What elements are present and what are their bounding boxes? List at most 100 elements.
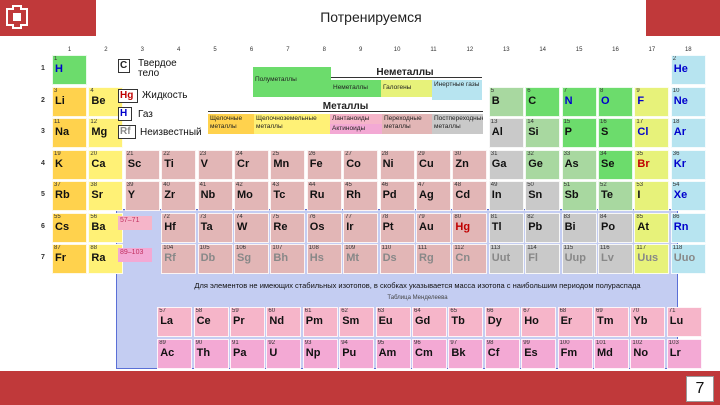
element-cell-kr[interactable]: 36 Kr <box>670 149 706 180</box>
element-cell-ru[interactable]: 44 Ru <box>306 181 342 211</box>
element-cell-pt[interactable]: 78 Pt <box>379 212 415 243</box>
element-cell-gd[interactable]: 64 Gd <box>412 307 447 337</box>
element-cell-au[interactable]: 79 Au <box>416 212 451 243</box>
element-cell-ho[interactable]: 67 Ho <box>521 307 557 337</box>
element-cell-ds[interactable]: 110 Ds <box>379 244 415 274</box>
element-cell-v[interactable]: 23 V <box>197 149 233 180</box>
element-cell-se[interactable]: 34 Se <box>598 149 633 180</box>
element-cell-es[interactable]: 99 Es <box>521 339 557 369</box>
element-cell-w[interactable]: 74 W <box>234 212 269 243</box>
element-cell-pr[interactable]: 59 Pr <box>230 307 265 337</box>
element-cell-eu[interactable]: 63 Eu <box>375 307 411 337</box>
element-cell-ce[interactable]: 58 Ce <box>193 307 229 337</box>
element-cell-th[interactable]: 90 Th <box>193 339 229 369</box>
element-cell-pd[interactable]: 46 Pd <box>379 181 415 211</box>
element-cell-o[interactable]: 8O <box>598 86 633 117</box>
element-cell-sg[interactable]: 106 Sg <box>234 244 269 274</box>
element-cell-mo[interactable]: 42 Mo <box>234 181 269 211</box>
element-cell-uuo[interactable]: 118 Uuo <box>670 244 706 274</box>
element-cell-ac[interactable]: 89 Ac <box>157 339 193 369</box>
element-cell-bi[interactable]: 83 Bi <box>561 212 597 243</box>
element-cell-c[interactable]: 6C <box>525 86 561 117</box>
element-cell-os[interactable]: 76 Os <box>306 212 342 243</box>
element-cell-y[interactable]: 39 Y <box>124 181 160 211</box>
element-cell-am[interactable]: 95 Am <box>375 339 411 369</box>
element-cell-pa[interactable]: 91 Pa <box>230 339 265 369</box>
element-cell-cr[interactable]: 24 Cr <box>234 149 269 180</box>
element-cell-db[interactable]: 105 Db <box>197 244 233 274</box>
element-cell-pb[interactable]: 82 Pb <box>525 212 561 243</box>
element-cell-nd[interactable]: 60 Nd <box>266 307 302 337</box>
element-cell-tb[interactable]: 65 Tb <box>448 307 484 337</box>
element-cell-fm[interactable]: 100 Fm <box>557 339 593 369</box>
element-cell-re[interactable]: 75 Re <box>270 212 306 243</box>
element-cell-ge[interactable]: 32 Ge <box>525 149 561 180</box>
element-cell-sm[interactable]: 62 Sm <box>339 307 375 337</box>
element-cell-cm[interactable]: 96 Cm <box>412 339 447 369</box>
element-cell-ag[interactable]: 47 Ag <box>416 181 451 211</box>
element-cell-ni[interactable]: 28 Ni <box>379 149 415 180</box>
element-cell-lu[interactable]: 71 Lu <box>666 307 702 337</box>
element-cell-uup[interactable]: 115 Uup <box>561 244 597 274</box>
element-cell-lv[interactable]: 116 Lv <box>598 244 633 274</box>
element-cell-in[interactable]: 49 In <box>488 181 524 211</box>
element-cell-no[interactable]: 102 No <box>630 339 666 369</box>
element-cell-si[interactable]: 14 Si <box>525 118 561 148</box>
element-cell-b[interactable]: 5B <box>488 86 524 117</box>
element-cell-cs[interactable]: 55 Cs <box>52 212 87 243</box>
element-cell-tl[interactable]: 81 Tl <box>488 212 524 243</box>
element-cell-cf[interactable]: 98 Cf <box>484 339 520 369</box>
element-cell-te[interactable]: 52 Te <box>598 181 633 211</box>
element-cell-mt[interactable]: 109 Mt <box>343 244 379 274</box>
element-cell-ta[interactable]: 73 Ta <box>197 212 233 243</box>
element-cell-rn[interactable]: 86 Rn <box>670 212 706 243</box>
element-cell-ar[interactable]: 18 Ar <box>670 118 706 148</box>
element-cell-li[interactable]: 3 Li <box>52 86 87 117</box>
element-cell-sr[interactable]: 38 Sr <box>88 181 124 211</box>
element-cell-fe[interactable]: 26 Fe <box>306 149 342 180</box>
element-cell-tc[interactable]: 43 Tc <box>270 181 306 211</box>
element-cell-h[interactable]: 1H <box>52 55 87 85</box>
element-cell-as[interactable]: 33 As <box>561 149 597 180</box>
element-cell-bk[interactable]: 97 Bk <box>448 339 484 369</box>
element-cell-la[interactable]: 57 La <box>157 307 193 337</box>
element-cell-sb[interactable]: 51 Sb <box>561 181 597 211</box>
element-cell-lr[interactable]: 103 Lr <box>666 339 702 369</box>
element-cell-sc[interactable]: 21 Sc <box>124 149 160 180</box>
element-cell-zn[interactable]: 30 Zn <box>452 149 488 180</box>
element-cell-rf[interactable]: 104 Rf <box>161 244 197 274</box>
element-cell-yb[interactable]: 70 Yb <box>630 307 666 337</box>
element-cell-na[interactable]: 11 Na <box>52 118 87 148</box>
element-cell-po[interactable]: 84 Po <box>598 212 633 243</box>
element-cell-pm[interactable]: 61 Pm <box>302 307 338 337</box>
element-cell-cl[interactable]: 17 Cl <box>634 118 670 148</box>
element-cell-at[interactable]: 85 At <box>634 212 670 243</box>
element-cell-hg[interactable]: 80 Hg <box>452 212 488 243</box>
element-cell-p[interactable]: 15 P <box>561 118 597 148</box>
element-cell-cn[interactable]: 112 Cn <box>452 244 488 274</box>
element-cell-hs[interactable]: 108 Hs <box>306 244 342 274</box>
element-cell-k[interactable]: 19 K <box>52 149 87 180</box>
element-cell-uut[interactable]: 113 Uut <box>488 244 524 274</box>
element-cell-fr[interactable]: 87 Fr <box>52 244 87 274</box>
element-cell-cd[interactable]: 48 Cd <box>452 181 488 211</box>
element-cell-cu[interactable]: 29 Cu <box>416 149 451 180</box>
element-cell-he[interactable]: 2 He <box>670 55 706 85</box>
element-cell-hf[interactable]: 72 Hf <box>161 212 197 243</box>
element-cell-ir[interactable]: 77 Ir <box>343 212 379 243</box>
element-cell-tm[interactable]: 69 Tm <box>594 307 629 337</box>
element-cell-mn[interactable]: 25 Mn <box>270 149 306 180</box>
element-cell-er[interactable]: 68 Er <box>557 307 593 337</box>
element-cell-rg[interactable]: 111 Rg <box>416 244 451 274</box>
element-cell-ca[interactable]: 20 Ca <box>88 149 124 180</box>
element-cell-ga[interactable]: 31 Ga <box>488 149 524 180</box>
element-cell-br[interactable]: 35 Br <box>634 149 670 180</box>
element-cell-al[interactable]: 13 Al <box>488 118 524 148</box>
element-cell-pu[interactable]: 94 Pu <box>339 339 375 369</box>
element-cell-co[interactable]: 27 Co <box>343 149 379 180</box>
element-cell-ne[interactable]: 10 Ne <box>670 86 706 117</box>
element-cell-f[interactable]: 9F <box>634 86 670 117</box>
element-cell-dy[interactable]: 66 Dy <box>484 307 520 337</box>
element-cell-xe[interactable]: 54 Xe <box>670 181 706 211</box>
element-cell-sn[interactable]: 50 Sn <box>525 181 561 211</box>
